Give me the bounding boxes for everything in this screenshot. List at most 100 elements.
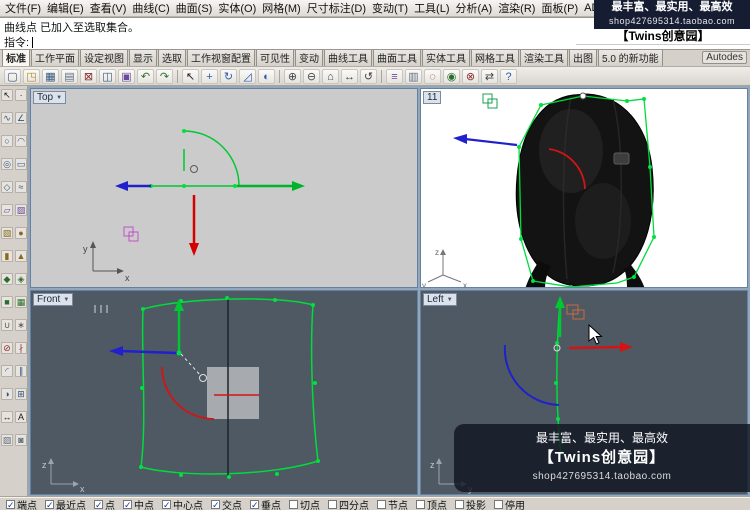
text-tool-icon[interactable]: A [15,411,27,423]
hide-icon[interactable]: ◌ [424,68,441,84]
mesh-tools-icon[interactable]: ▦ [15,296,27,308]
delete-icon[interactable]: ⊗ [462,68,479,84]
rotate-handle-arc[interactable] [503,344,560,406]
tab-transform[interactable]: 变动 [295,50,323,66]
select-tool-icon[interactable]: ↖ [1,89,13,101]
menu-analyze[interactable]: 分析(A) [453,0,496,16]
box-tool-icon[interactable]: ▧ [1,227,13,239]
zoom-extents-icon[interactable]: ⌂ [322,68,339,84]
osnap-point[interactable]: ✓ 点 [94,498,115,510]
menu-transform[interactable]: 变动(T) [369,0,411,16]
mirror-icon[interactable]: ◐ [258,68,275,84]
tab-select[interactable]: 选取 [158,50,186,66]
redo-icon[interactable]: ↷ [156,68,173,84]
tab-drafting[interactable]: 出图 [569,50,597,66]
checkbox-icon[interactable] [455,499,464,509]
tab-new-in-v5[interactable]: 5.0 的新功能 [598,50,663,66]
surface-tool-icon[interactable]: ▱ [1,204,13,216]
checkbox-icon[interactable] [377,499,386,509]
solid-tools-icon[interactable]: ■ [1,296,13,308]
explode-tool-icon[interactable]: ∗ [15,319,27,331]
osnap-center[interactable]: ✓ 中心点 [162,498,203,510]
osnap-vertex[interactable]: 顶点 [416,498,447,510]
menu-file[interactable]: 文件(F) [2,0,44,16]
menu-solid[interactable]: 实体(O) [215,0,259,16]
menu-panels[interactable]: 面板(P) [538,0,581,16]
undo-icon[interactable]: ↶ [137,68,154,84]
osnap-midpoint[interactable]: ✓ 中点 [123,498,154,510]
select-icon[interactable]: ↖ [182,68,199,84]
tab-render-tools[interactable]: 渲染工具 [520,50,568,66]
checkbox-icon[interactable] [494,499,503,509]
checkbox-icon[interactable]: ✓ [45,499,54,509]
pan-icon[interactable]: ↔ [341,68,358,84]
rotate-icon[interactable]: ↻ [220,68,237,84]
tab-viewport-layout[interactable]: 工作视窗配置 [187,50,255,66]
offset-tool-icon[interactable]: ∥ [15,365,27,377]
dimension-tool-icon[interactable]: ↔ [1,411,13,423]
help-icon[interactable]: ? [500,68,517,84]
osnap-intersection[interactable]: ✓ 交点 [211,498,242,510]
gumball-x-arrow[interactable] [120,349,178,355]
mirror-tool-icon[interactable]: ◑ [1,388,13,400]
osnap-tangent[interactable]: 切点 [289,498,320,510]
surface-corner-tool-icon[interactable]: ▨ [15,204,27,216]
join-tool-icon[interactable]: ∪ [1,319,13,331]
tab-surface-tools[interactable]: 曲面工具 [373,50,421,66]
osnap-project[interactable]: 投影 [455,498,486,510]
checkbox-icon[interactable] [289,499,298,509]
tab-display[interactable]: 显示 [129,50,157,66]
tab-solid-tools[interactable]: 实体工具 [422,50,470,66]
rotate-handle-arc[interactable] [161,366,215,420]
viewport-perspective[interactable]: 11 z x y [420,88,748,288]
tab-autodesk[interactable]: Autodes [702,51,747,64]
osnap-perpendicular[interactable]: ✓ 垂点 [250,498,281,510]
viewport-top[interactable]: Top ▼ y x [30,88,418,288]
checkbox-icon[interactable] [416,499,425,509]
arc-tool-icon[interactable]: ◠ [15,135,27,147]
tab-cplanes[interactable]: 工作平面 [31,50,79,66]
osnap-quadrant[interactable]: 四分点 [328,498,369,510]
circle-tool-icon[interactable]: ○ [1,135,13,147]
osnap-endpoint[interactable]: ✓ 端点 [6,498,37,510]
polyline-tool-icon[interactable]: ∠ [15,112,27,124]
show-icon[interactable]: ◉ [443,68,460,84]
checkbox-icon[interactable]: ✓ [250,499,259,509]
new-file-icon[interactable]: ▢ [4,68,21,84]
zoom-out-icon[interactable]: ⊖ [303,68,320,84]
render-tool-icon[interactable]: ◙ [15,434,27,446]
viewport-perspective-label[interactable]: 11 [423,91,442,104]
sphere-tool-icon[interactable]: ● [15,227,27,239]
checkbox-icon[interactable] [328,499,337,509]
split-tool-icon[interactable]: ∤ [15,342,27,354]
fillet-tool-icon[interactable]: ◜ [1,365,13,377]
surface-tools-icon[interactable]: ◈ [15,273,27,285]
curve-tool-icon[interactable]: ∿ [1,112,13,124]
curve-tools-icon[interactable]: ◆ [1,273,13,285]
tab-curve-tools[interactable]: 曲线工具 [324,50,372,66]
properties-icon[interactable]: ▥ [405,68,422,84]
polygon-tool-icon[interactable]: ◇ [1,181,13,193]
checkbox-icon[interactable]: ✓ [94,499,103,509]
copy-icon[interactable]: ◫ [99,68,116,84]
gumball-x-arrow[interactable] [464,137,518,147]
checkbox-icon[interactable]: ✓ [6,499,15,509]
cylinder-tool-icon[interactable]: ▮ [1,250,13,262]
osnap-disable[interactable]: 停用 [494,498,525,510]
cone-tool-icon[interactable]: ▲ [15,250,27,262]
checkbox-icon[interactable]: ✓ [211,499,220,509]
menu-dimension[interactable]: 尺寸标注(D) [304,0,369,16]
osnap-nearest[interactable]: ✓ 最近点 [45,498,86,510]
menu-mesh[interactable]: 网格(M) [259,0,304,16]
trim-tool-icon[interactable]: ⊘ [1,342,13,354]
print-icon[interactable]: ▤ [61,68,78,84]
rectangle-tool-icon[interactable]: ▭ [15,158,27,170]
move-icon[interactable]: + [201,68,218,84]
menu-surface[interactable]: 曲面(S) [173,0,216,16]
checkbox-icon[interactable]: ✓ [162,499,171,509]
menu-edit[interactable]: 编辑(E) [44,0,87,16]
swap-view-icon[interactable]: ⇄ [481,68,498,84]
save-icon[interactable]: ▦ [42,68,59,84]
tab-standard[interactable]: 标准 [2,50,30,66]
freeform-tool-icon[interactable]: ≈ [15,181,27,193]
